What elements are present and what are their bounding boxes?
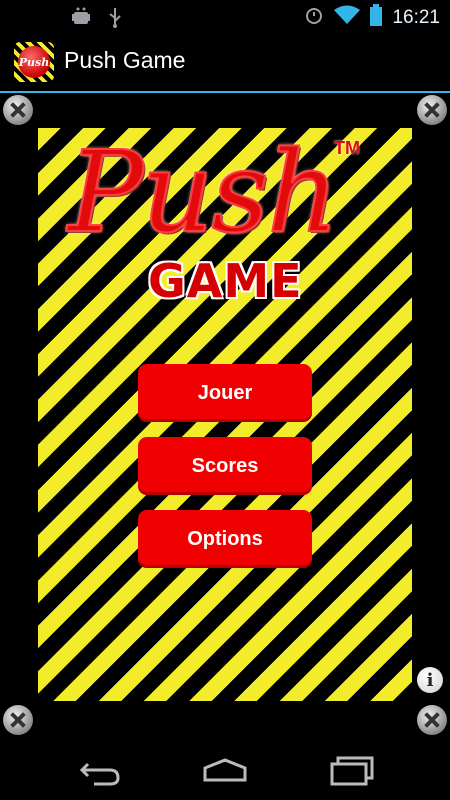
app-icon-badge: Push <box>18 46 50 78</box>
options-button[interactable]: Options <box>138 510 312 568</box>
screw-icon <box>3 705 33 735</box>
back-icon[interactable] <box>72 754 128 786</box>
battery-icon <box>370 4 383 31</box>
home-icon[interactable] <box>197 754 253 786</box>
logo-trademark: TM <box>334 138 360 158</box>
logo-push-text: Push <box>67 128 340 259</box>
app-title: Push Game <box>64 47 186 73</box>
recent-apps-icon[interactable] <box>322 754 378 786</box>
usb-icon <box>108 6 122 33</box>
screw-icon <box>417 95 447 125</box>
android-debug-icon <box>72 6 90 33</box>
status-clock: 16:21 <box>392 6 440 28</box>
action-bar: Push Push Game <box>0 33 450 93</box>
logo-game-text: GAME <box>148 254 303 308</box>
navigation-bar <box>0 740 450 800</box>
alarm-icon <box>304 5 324 30</box>
screw-icon <box>3 95 33 125</box>
screw-icon <box>417 705 447 735</box>
push-game-logo-icon[interactable]: Push <box>14 42 54 82</box>
notification-icons <box>72 6 122 33</box>
hazard-stripe-panel: Push TM GAME Jouer Scores Options <box>38 128 412 701</box>
system-icons: 16:21 <box>304 4 440 31</box>
info-button[interactable]: i <box>417 667 443 693</box>
scores-button[interactable]: Scores <box>138 437 312 495</box>
status-bar: 16:21 <box>0 0 450 33</box>
play-button[interactable]: Jouer <box>138 364 312 422</box>
wifi-icon <box>334 5 361 30</box>
